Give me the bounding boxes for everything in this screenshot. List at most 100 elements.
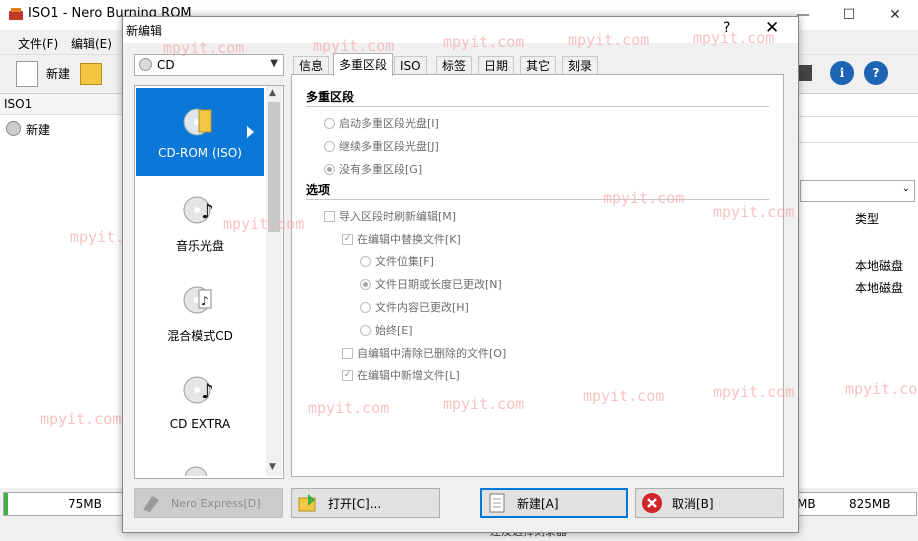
open-button[interactable]: 打开[C]... — [291, 488, 440, 518]
radio-button[interactable] — [324, 117, 335, 129]
path-combo[interactable]: ⌄ — [800, 180, 915, 202]
option-label: 始终[E] — [375, 324, 413, 337]
type-label: CD-ROM (ISO) — [158, 146, 242, 160]
type-item-audio-cd[interactable]: ♪ 音乐光盘 — [136, 178, 264, 266]
tab-burn[interactable]: 刻录 — [562, 56, 599, 76]
checkbox-refresh-on-import[interactable]: 导入区段时刷新编辑[M] — [324, 208, 456, 224]
radio-continue-multisession[interactable]: 继续多重区段光盘[J] — [324, 138, 439, 154]
help-icon[interactable]: ? — [864, 61, 888, 85]
checkbox-replace-files[interactable]: ✓ 在编辑中替换文件[K] — [342, 231, 461, 247]
dialog-title: 新编辑 — [126, 24, 163, 38]
option-label: 没有多重区段[G] — [339, 163, 423, 176]
open-folder-icon — [296, 491, 320, 515]
tab-label[interactable]: 标签 — [436, 56, 473, 76]
scroll-thumb[interactable] — [268, 102, 280, 232]
new-button[interactable]: 新建[A] — [480, 488, 628, 518]
radio-content-changed[interactable]: 文件内容已更改[H] — [360, 299, 469, 315]
tree-item-new[interactable]: 新建 — [26, 121, 50, 138]
toolbar-new-label[interactable]: 新建 — [46, 65, 70, 82]
option-label: 在编辑中替换文件[K] — [357, 233, 461, 246]
svg-text:♪: ♪ — [201, 199, 214, 223]
dialog-close-button[interactable]: ✕ — [765, 18, 779, 38]
type-list-scrollbar[interactable]: ▲ ▼ — [266, 86, 282, 476]
disc-type-combo[interactable]: CD ▼ — [134, 54, 284, 76]
compilation-pane: ISO1 新建 — [0, 94, 123, 488]
scroll-down-icon[interactable]: ▼ — [269, 462, 276, 472]
svg-text:♪: ♪ — [201, 294, 209, 308]
radio-button[interactable] — [324, 140, 335, 152]
open-folder-icon[interactable] — [80, 63, 102, 85]
button-label: 打开[C]... — [328, 496, 382, 511]
radio-button[interactable] — [360, 255, 371, 267]
dialog-help-button[interactable]: ? — [723, 20, 730, 36]
cancel-icon — [640, 491, 664, 515]
radio-button[interactable] — [360, 301, 371, 313]
option-label: 继续多重区段光盘[J] — [339, 140, 439, 153]
radio-button[interactable] — [360, 278, 371, 290]
checkbox-add-new-files[interactable]: ✓ 在编辑中新增文件[L] — [342, 367, 460, 383]
file-row-type: 本地磁盘 — [855, 281, 904, 295]
tab-multisession[interactable]: 多重区段 — [333, 53, 394, 76]
disc-type-value: CD — [157, 58, 175, 72]
button-label: 新建[A] — [517, 496, 559, 511]
checkbox[interactable] — [324, 210, 335, 222]
nero-express-icon — [139, 491, 163, 515]
section-divider — [306, 199, 769, 200]
option-label: 在编辑中新增文件[L] — [357, 369, 460, 382]
capacity-fill — [4, 493, 8, 515]
option-label: 导入区段时刷新编辑[M] — [339, 210, 457, 223]
compilation-title: ISO1 — [4, 97, 33, 111]
checkbox[interactable] — [342, 347, 353, 359]
cd-extra-icon: ♪ — [183, 372, 217, 409]
capacity-tick: 75MB — [68, 497, 102, 511]
nero-express-button[interactable]: Nero Express[D] — [134, 488, 283, 518]
option-label: 启动多重区段光盘[I] — [339, 117, 439, 130]
music-disc-icon: ♪ — [183, 192, 217, 229]
option-label: 文件位集[F] — [375, 255, 434, 268]
type-item-cd-extra[interactable]: ♪ CD EXTRA — [136, 358, 264, 446]
cdrom-iso-icon — [183, 104, 217, 138]
type-label: 音乐光盘 — [175, 239, 224, 253]
type-item-cdrom-iso[interactable]: CD-ROM (ISO) — [136, 88, 264, 176]
info-icon[interactable]: i — [830, 61, 854, 85]
new-compilation-dialog: 新编辑 ? ✕ CD ▼ CD-ROM (ISO) ♪ 音乐光盘 ♪ 混合模式C… — [122, 16, 799, 533]
radio-date-or-length[interactable]: 文件日期或长度已更改[N] — [360, 276, 502, 292]
dialog-titlebar: 新编辑 ? ✕ — [123, 17, 798, 43]
checkbox-clear-deleted[interactable]: 自编辑中清除已删除的文件[O] — [342, 345, 506, 361]
menu-file[interactable]: 文件(F) — [18, 35, 58, 52]
radio-always[interactable]: 始终[E] — [360, 322, 413, 338]
mixed-mode-cd-icon: ♪ — [183, 282, 217, 319]
type-label: CD EXTRA — [169, 417, 231, 431]
file-browser-pane: ⌄ 类型 本地磁盘 本地磁盘 — [797, 94, 918, 488]
selected-arrow-icon — [247, 126, 254, 138]
column-header-type[interactable]: 类型 — [855, 210, 879, 227]
tab-dates[interactable]: 日期 — [478, 56, 515, 76]
section-divider — [306, 106, 769, 107]
checkbox[interactable]: ✓ — [342, 233, 353, 245]
radio-button[interactable] — [360, 324, 371, 336]
new-document-icon — [485, 491, 509, 515]
radio-file-bits[interactable]: 文件位集[F] — [360, 253, 434, 269]
capacity-tick: 825MB — [849, 497, 891, 511]
cancel-button[interactable]: 取消[B] — [635, 488, 784, 518]
section-heading-multisession: 多重区段 — [306, 90, 355, 104]
maximize-button[interactable]: ☐ — [826, 0, 872, 30]
tab-misc[interactable]: 其它 — [520, 56, 557, 76]
radio-no-multisession[interactable]: 没有多重区段[G] — [324, 161, 422, 177]
main-close-button[interactable]: ✕ — [872, 0, 918, 30]
tab-info[interactable]: 信息 — [293, 56, 330, 76]
new-doc-icon[interactable] — [16, 61, 38, 87]
option-label: 自编辑中清除已删除的文件[O] — [357, 347, 507, 360]
radio-start-multisession[interactable]: 启动多重区段光盘[I] — [324, 115, 439, 131]
disc-tree-icon — [6, 121, 21, 136]
radio-button[interactable] — [324, 163, 335, 175]
file-row-type: 本地磁盘 — [855, 259, 904, 273]
tab-iso[interactable]: ISO — [394, 56, 427, 76]
compilation-type-list: CD-ROM (ISO) ♪ 音乐光盘 ♪ 混合模式CD ♪ CD EXTRA … — [134, 85, 284, 479]
option-label: 文件日期或长度已更改[N] — [375, 278, 502, 291]
type-item-mixed-mode[interactable]: ♪ 混合模式CD — [136, 268, 264, 356]
button-label: 取消[B] — [672, 496, 714, 511]
checkbox[interactable]: ✓ — [342, 369, 353, 381]
scroll-up-icon[interactable]: ▲ — [269, 88, 276, 98]
menu-edit[interactable]: 编辑(E) — [71, 35, 112, 52]
